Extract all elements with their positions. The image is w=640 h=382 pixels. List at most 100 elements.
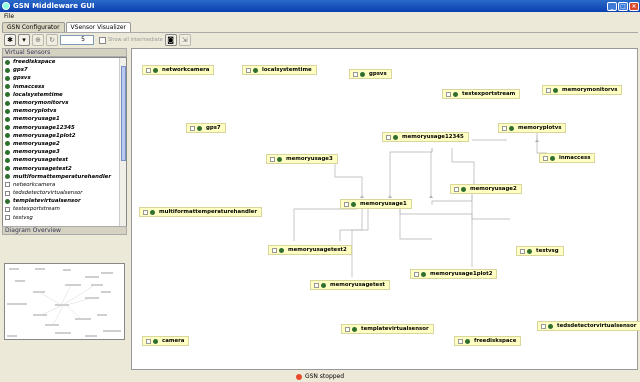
node-toggle-icon[interactable] xyxy=(146,338,151,344)
sensor-label: templatevirtualsensor xyxy=(13,198,81,205)
node-freediskspace[interactable]: freediskspace xyxy=(454,336,522,346)
scrollbar-thumb[interactable] xyxy=(121,66,126,161)
sensor-icon xyxy=(5,84,10,90)
node-inmaccess[interactable]: inmaccess xyxy=(539,153,596,163)
sensor-icon xyxy=(509,125,514,131)
refresh-icon[interactable]: ↻ xyxy=(46,34,58,46)
toolbar: ✱ ▾ ⊕ ↻ 5 Show all intermediate ◙ ⇲ xyxy=(2,32,638,47)
node-gpsvs[interactable]: gpsvs xyxy=(349,69,392,79)
node-memoryusage1plot2[interactable]: memoryusage1plot2 xyxy=(410,269,498,279)
sensor-icon xyxy=(351,201,356,207)
sensor-list-item[interactable]: templatevirtualsensor xyxy=(3,197,126,205)
node-label: freediskspace xyxy=(474,338,517,344)
node-toggle-icon[interactable] xyxy=(446,91,451,97)
node-memoryusage2[interactable]: memoryusage2 xyxy=(450,184,522,194)
tab-vsensor-visualizer[interactable]: VSensor Visualizer xyxy=(65,22,132,32)
sensor-list-item[interactable]: memoryusage1plot2 xyxy=(3,132,126,140)
sensor-list-item[interactable]: memoryusagetest2 xyxy=(3,164,126,172)
sensor-list-item[interactable]: memoryusagetest xyxy=(3,156,126,164)
node-toggle-icon[interactable] xyxy=(344,201,349,207)
sensor-list-item[interactable]: freediskspace xyxy=(3,58,126,66)
sensor-list-item[interactable]: localsystemtime xyxy=(3,91,126,99)
close-button[interactable]: × xyxy=(629,1,639,11)
sensor-list-item[interactable]: tedsdetectorvirtualsensor xyxy=(3,189,126,197)
node-toggle-icon[interactable] xyxy=(454,186,459,192)
sensor-list[interactable]: freediskspace gps7 gpsvs inmaccess localsyst… xyxy=(2,57,127,227)
sensor-list-item[interactable]: gps7 xyxy=(3,66,126,74)
sensor-list-item[interactable]: memoryusage1 xyxy=(3,115,126,123)
node-toggle-icon[interactable] xyxy=(502,125,507,131)
node-toggle-icon[interactable] xyxy=(190,125,195,131)
node-toggle-icon[interactable] xyxy=(314,282,319,288)
sensor-icon xyxy=(360,71,365,77)
edge xyxy=(334,164,363,197)
node-memoryusagetest[interactable]: memoryusagetest xyxy=(310,280,390,290)
camera-icon[interactable]: ◙ xyxy=(164,34,177,46)
node-toggle-icon[interactable] xyxy=(386,134,391,140)
layout-icon[interactable]: ✱ xyxy=(4,34,16,46)
node-testexportstream[interactable]: testexportstream xyxy=(442,89,521,99)
sensor-list-item[interactable]: memoryusage2 xyxy=(3,140,126,148)
sensor-list-item[interactable]: memoryplotvs xyxy=(3,107,126,115)
sensor-label: memoryusage12345 xyxy=(13,124,75,131)
node-toggle-icon[interactable] xyxy=(270,156,275,162)
menu-bar: File xyxy=(0,12,640,22)
edge xyxy=(430,148,433,197)
sensor-icon xyxy=(150,209,155,215)
node-toggle-icon[interactable] xyxy=(246,67,251,73)
menu-file[interactable]: File xyxy=(4,13,14,20)
node-toggle-icon[interactable] xyxy=(146,67,151,73)
sensor-icon xyxy=(279,247,284,253)
sensor-list-item[interactable]: testexportstream xyxy=(3,205,126,213)
sensor-list-item[interactable]: inmaccess xyxy=(3,83,126,91)
graph-canvas[interactable]: networkcamera localsystemtime gpsvs test… xyxy=(131,48,640,370)
node-toggle-icon[interactable] xyxy=(272,247,277,253)
sensor-list-item[interactable]: memorymonitorvs xyxy=(3,99,126,107)
node-templatevirtualsensor[interactable]: templatevirtualsensor xyxy=(341,324,434,334)
show-intermediate-checkbox[interactable] xyxy=(99,36,106,44)
maximize-button[interactable]: □ xyxy=(618,1,628,11)
minimize-button[interactable]: _ xyxy=(607,1,617,11)
sensor-list-item[interactable]: testvsg xyxy=(3,214,126,222)
sensor-list-item[interactable]: networkcamera xyxy=(3,181,126,189)
node-multiformattemperaturehandler[interactable]: multiformattemperaturehandler xyxy=(139,207,262,217)
node-tedsdetectorvirtualsensor[interactable]: tedsdetectorvirtualsensor xyxy=(537,321,640,331)
sensor-list-scrollbar[interactable] xyxy=(119,58,126,226)
node-toggle-icon[interactable] xyxy=(520,248,525,254)
node-memoryusagetest2[interactable]: memoryusagetest2 xyxy=(268,245,352,255)
node-memorymonitorvs[interactable]: memorymonitorvs xyxy=(542,85,623,95)
node-toggle-icon[interactable] xyxy=(143,209,148,215)
node-localsystemtime[interactable]: localsystemtime xyxy=(242,65,317,75)
node-toggle-icon[interactable] xyxy=(414,271,419,277)
node-networkcamera[interactable]: networkcamera xyxy=(142,65,215,75)
node-memoryusage3[interactable]: memoryusage3 xyxy=(266,154,338,164)
node-toggle-icon[interactable] xyxy=(345,326,350,332)
node-toggle-icon[interactable] xyxy=(543,155,548,161)
node-memoryplotvs[interactable]: memoryplotvs xyxy=(498,123,567,133)
node-testvsg[interactable]: testvsg xyxy=(516,246,564,256)
sensor-list-item[interactable]: multiformattemperaturehandler xyxy=(3,173,126,181)
node-gps7[interactable]: gps7 xyxy=(186,123,226,133)
node-label: camera xyxy=(162,338,185,344)
sensor-list-item[interactable]: gpsvs xyxy=(3,74,126,82)
node-toggle-icon[interactable] xyxy=(353,71,358,77)
sensor-icon xyxy=(253,67,258,73)
node-toggle-icon[interactable] xyxy=(458,338,463,344)
sensor-icon xyxy=(5,141,10,147)
diagram-overview[interactable] xyxy=(4,263,125,340)
zoom-in-icon[interactable]: ⊕ xyxy=(32,34,44,46)
node-camera[interactable]: camera xyxy=(142,336,190,346)
edge xyxy=(351,209,363,277)
node-memoryusage1[interactable]: memoryusage1 xyxy=(340,199,412,209)
node-label: memoryplotvs xyxy=(518,125,562,131)
edge xyxy=(399,209,473,267)
tab-gsn-configurator[interactable]: GSN Configurator xyxy=(2,22,65,32)
export-icon[interactable]: ⇲ xyxy=(178,34,191,46)
node-memoryusage12345[interactable]: memoryusage12345 xyxy=(382,132,469,142)
sensor-list-item[interactable]: memoryusage12345 xyxy=(3,124,126,132)
sensor-list-item[interactable]: memoryusage3 xyxy=(3,148,126,156)
dropdown-icon[interactable]: ▾ xyxy=(18,34,30,46)
node-toggle-icon[interactable] xyxy=(546,87,551,93)
node-toggle-icon[interactable] xyxy=(541,323,546,329)
depth-spinner[interactable]: 5 xyxy=(60,35,94,45)
